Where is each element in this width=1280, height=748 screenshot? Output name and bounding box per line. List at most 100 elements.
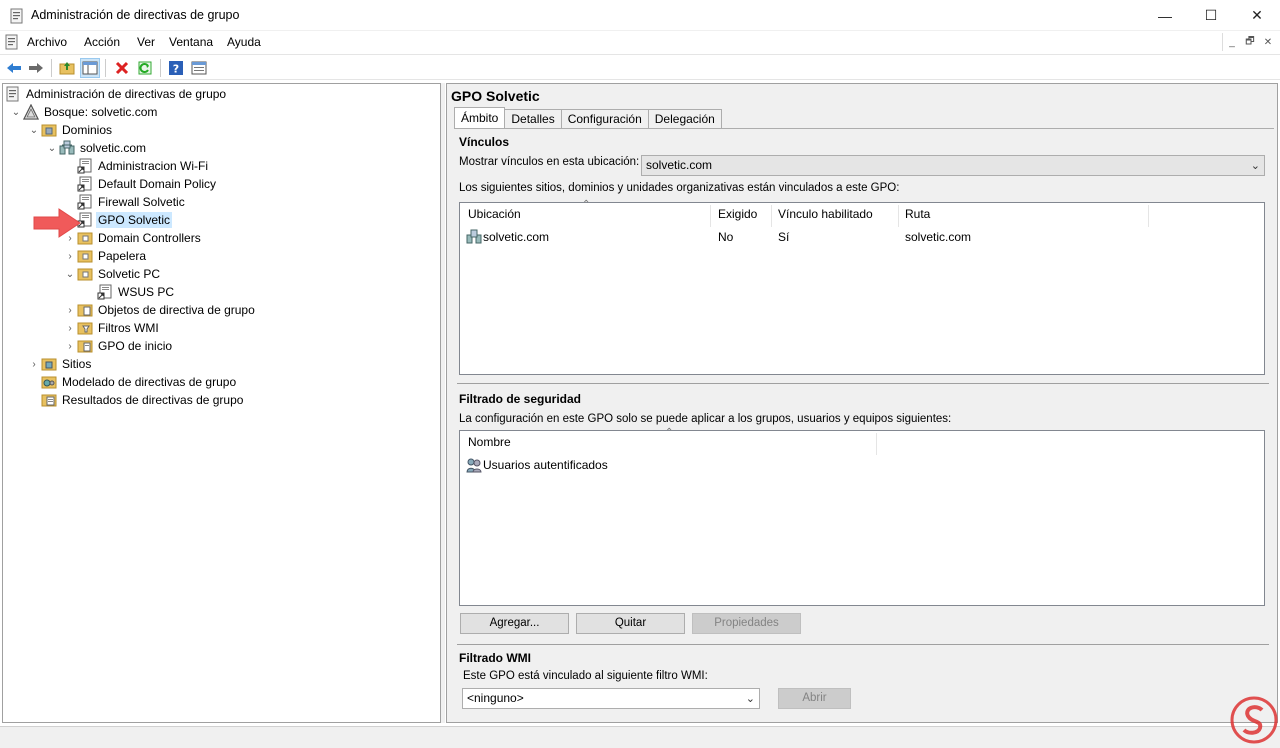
show-links-dropdown[interactable]: solvetic.com ⌄ — [641, 155, 1265, 176]
tree-item-forest[interactable]: ⌄ Bosque: solvetic.com — [9, 103, 159, 121]
chevron-down-icon[interactable]: ⌄ — [9, 103, 23, 121]
menu-archivo[interactable]: Archivo — [27, 35, 67, 49]
chevron-down-icon[interactable]: ⌄ — [45, 139, 59, 157]
menu-ventana[interactable]: Ventana — [169, 35, 213, 49]
refresh-icon[interactable] — [135, 58, 155, 78]
modeling-icon — [41, 376, 57, 389]
tree-label: Administración de directivas de grupo — [26, 87, 227, 101]
chevron-right-icon[interactable]: › — [63, 301, 77, 319]
gpo-link-icon — [77, 158, 92, 174]
mdi-minimize-button[interactable]: _ — [1223, 33, 1241, 51]
chevron-down-icon: ⌄ — [1250, 160, 1260, 172]
tree-label: Papelera — [98, 249, 147, 263]
properties-icon[interactable] — [189, 58, 209, 78]
tab-panel-ambito: Vínculos Mostrar vínculos en esta ubicac… — [454, 128, 1274, 718]
maximize-button[interactable]: ☐ — [1188, 0, 1234, 31]
menu-ayuda[interactable]: Ayuda — [227, 35, 261, 49]
tab-detalles[interactable]: Detalles — [504, 109, 562, 128]
mdi-restore-button[interactable]: 🗗 — [1241, 33, 1259, 51]
column-header-location[interactable]: Ubicación — [468, 207, 521, 221]
domain-icon — [59, 140, 75, 155]
toolbar-separator — [105, 59, 106, 77]
minimize-button[interactable]: — — [1142, 0, 1188, 31]
show-links-label: Mostrar vínculos en esta ubicación: — [459, 156, 640, 168]
chevron-down-icon[interactable]: ⌄ — [63, 265, 77, 283]
column-divider[interactable] — [1148, 205, 1149, 227]
table-row[interactable]: Usuarios autentificados — [460, 456, 1264, 474]
tab-ambito[interactable]: Ámbito — [454, 107, 506, 128]
tree-item-root[interactable]: Administración de directivas de grupo — [5, 85, 228, 103]
chevron-right-icon[interactable]: › — [63, 319, 77, 337]
column-divider[interactable] — [876, 433, 877, 455]
forward-icon[interactable] — [26, 58, 46, 78]
tree-label: Objetos de directiva de grupo — [98, 303, 255, 317]
tab-delegacion[interactable]: Delegación — [647, 109, 722, 128]
close-button[interactable]: ✕ — [1234, 0, 1280, 31]
wmi-filter-dropdown[interactable]: <ninguno> ⌄ — [462, 688, 760, 709]
links-description: Los siguientes sitios, dominios y unidad… — [459, 182, 900, 194]
column-header-enforced[interactable]: Exigido — [718, 207, 757, 221]
column-divider[interactable] — [710, 205, 711, 227]
wmi-filter-icon — [77, 322, 93, 335]
users-group-icon — [466, 458, 482, 473]
menu-ver[interactable]: Ver — [137, 35, 155, 49]
title-bar: Administración de directivas de grupo — … — [0, 0, 1280, 31]
chevron-down-icon: ⌄ — [745, 693, 755, 705]
tree-item-gpo-link[interactable]: Default Domain Policy — [77, 175, 218, 193]
chevron-right-icon[interactable]: › — [63, 247, 77, 265]
add-button[interactable]: Agregar... — [460, 613, 569, 634]
remove-button[interactable]: Quitar — [576, 613, 685, 634]
column-header-link-enabled[interactable]: Vínculo habilitado — [778, 207, 873, 221]
toolbar-separator — [160, 59, 161, 77]
column-divider[interactable] — [898, 205, 899, 227]
column-header-path[interactable]: Ruta — [905, 207, 930, 221]
tree-label: GPO Solvetic — [96, 212, 173, 228]
tree-item-gpo-solvetic[interactable]: GPO Solvetic — [77, 211, 173, 229]
show-hide-tree-icon[interactable] — [80, 58, 100, 78]
tree-item-domain[interactable]: ⌄ solvetic.com — [45, 139, 148, 157]
toolbar-separator — [51, 59, 52, 77]
tree-item-sites[interactable]: › Sitios — [27, 355, 93, 373]
tree-item-gpo-link[interactable]: WSUS PC — [97, 283, 176, 301]
tree-item-ou[interactable]: › Domain Controllers — [63, 229, 203, 247]
chevron-right-icon[interactable]: › — [27, 355, 41, 373]
tab-configuracion[interactable]: Configuración — [560, 109, 649, 128]
security-list[interactable]: ⌃ Nombre Usuarios autentificados — [459, 427, 1265, 606]
tree-item-starter-gpo[interactable]: › GPO de inicio — [63, 337, 174, 355]
chevron-right-icon[interactable]: › — [63, 337, 77, 355]
up-folder-icon[interactable] — [57, 58, 77, 78]
console-tree[interactable]: Administración de directivas de grupo ⌄ … — [2, 83, 441, 723]
back-icon[interactable] — [4, 58, 24, 78]
column-divider[interactable] — [771, 205, 772, 227]
tree-item-ou[interactable]: › Papelera — [63, 247, 148, 265]
table-row[interactable]: solvetic.com No Sí solvetic.com — [460, 228, 1264, 246]
tree-label: solvetic.com — [80, 141, 147, 155]
mmc-document-icon[interactable] — [4, 34, 20, 50]
chevron-down-icon[interactable]: ⌄ — [27, 121, 41, 139]
delete-icon[interactable] — [112, 58, 132, 78]
tree-item-modeling[interactable]: Modelado de directivas de grupo — [41, 373, 238, 391]
mdi-close-button[interactable]: ✕ — [1259, 33, 1277, 51]
tree-item-domains[interactable]: ⌄ Dominios — [27, 121, 114, 139]
section-divider — [457, 644, 1269, 645]
links-list[interactable]: ⌃ Ubicación Exigido Vínculo habilitado R… — [459, 199, 1265, 375]
help-icon[interactable]: ? — [166, 58, 186, 78]
column-header-name[interactable]: Nombre — [468, 435, 511, 449]
tree-label: GPO de inicio — [98, 339, 173, 353]
tree-item-gpo-container[interactable]: › Objetos de directiva de grupo — [63, 301, 257, 319]
tree-item-gpo-link[interactable]: Firewall Solvetic — [77, 193, 187, 211]
tree-item-ou[interactable]: ⌄ Solvetic PC — [63, 265, 162, 283]
tree-label: Dominios — [62, 123, 113, 137]
tree-item-gpo-link[interactable]: Administracion Wi-Fi — [77, 157, 210, 175]
starter-gpo-icon — [77, 340, 93, 353]
properties-button[interactable]: Propiedades — [692, 613, 801, 634]
tree-label: Sitios — [62, 357, 92, 371]
tree-item-wmi-filters[interactable]: › Filtros WMI — [63, 319, 161, 337]
tree-item-results[interactable]: Resultados de directivas de grupo — [41, 391, 245, 409]
pane-splitter[interactable] — [441, 83, 445, 723]
status-bar — [0, 726, 1280, 748]
forest-icon — [23, 104, 39, 120]
menu-accion[interactable]: Acción — [84, 35, 120, 49]
open-button[interactable]: Abrir — [778, 688, 851, 709]
domain-icon — [466, 229, 482, 244]
